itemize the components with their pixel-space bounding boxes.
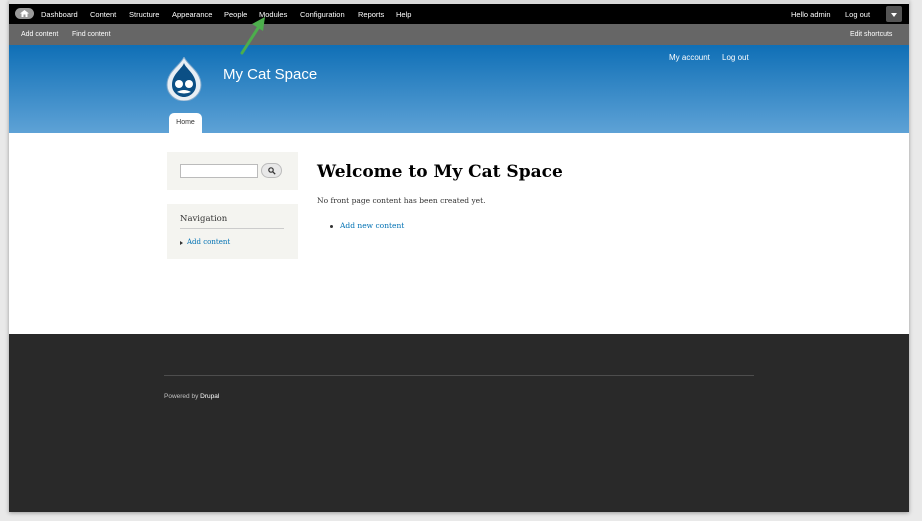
navigation-title: Navigation	[180, 214, 228, 224]
site-name[interactable]: My Cat Space	[223, 66, 317, 83]
toolbar-structure[interactable]: Structure	[129, 10, 159, 19]
toolbar-reports[interactable]: Reports	[358, 10, 384, 19]
admin-toolbar: Dashboard Content Structure Appearance P…	[9, 4, 909, 24]
drupal-logo-icon[interactable]	[165, 57, 203, 101]
drupal-link[interactable]: Drupal	[200, 393, 219, 400]
home-icon[interactable]	[15, 8, 34, 19]
site-footer: Powered by Drupal	[9, 334, 909, 512]
toolbar-logout[interactable]: Log out	[845, 10, 870, 19]
no-content-message: No front page content has been created y…	[317, 196, 486, 205]
pointer-arrow-icon	[240, 17, 265, 55]
toolbar-configuration[interactable]: Configuration	[300, 10, 345, 19]
tab-home[interactable]: Home	[169, 113, 202, 133]
add-new-content-link[interactable]: Add new content	[340, 221, 404, 230]
toolbar-dashboard[interactable]: Dashboard	[41, 10, 78, 19]
shortcuts-toggle-icon[interactable]	[886, 6, 902, 22]
shortcut-add-content[interactable]: Add content	[21, 31, 58, 38]
site-header: My Cat Space My account Log out Home	[9, 45, 909, 133]
powered-by-label: Powered by	[164, 393, 199, 400]
toolbar-greeting[interactable]: Hello admin	[791, 10, 831, 19]
list-bullet	[330, 225, 333, 228]
toolbar-content[interactable]: Content	[90, 10, 116, 19]
nav-add-content-link[interactable]: Add content	[187, 238, 230, 246]
browser-page: Dashboard Content Structure Appearance P…	[9, 0, 909, 512]
page-title: Welcome to My Cat Space	[317, 162, 563, 182]
edit-shortcuts-link[interactable]: Edit shortcuts	[850, 31, 892, 38]
header-logout-link[interactable]: Log out	[722, 53, 749, 62]
navigation-block: Navigation Add content	[167, 204, 298, 259]
powered-by-text: Powered by Drupal	[164, 393, 219, 400]
footer-divider	[164, 375, 754, 376]
my-account-link[interactable]: My account	[669, 53, 710, 62]
navigation-divider	[180, 228, 284, 229]
shortcuts-bar: Add content Find content Edit shortcuts	[9, 24, 909, 45]
toolbar-appearance[interactable]: Appearance	[172, 10, 212, 19]
search-button[interactable]	[261, 163, 282, 178]
triangle-bullet-icon	[180, 241, 183, 245]
search-block	[167, 152, 298, 190]
toolbar-help[interactable]: Help	[396, 10, 411, 19]
shortcut-find-content[interactable]: Find content	[72, 31, 111, 38]
search-icon	[268, 167, 276, 175]
search-input[interactable]	[180, 164, 258, 178]
